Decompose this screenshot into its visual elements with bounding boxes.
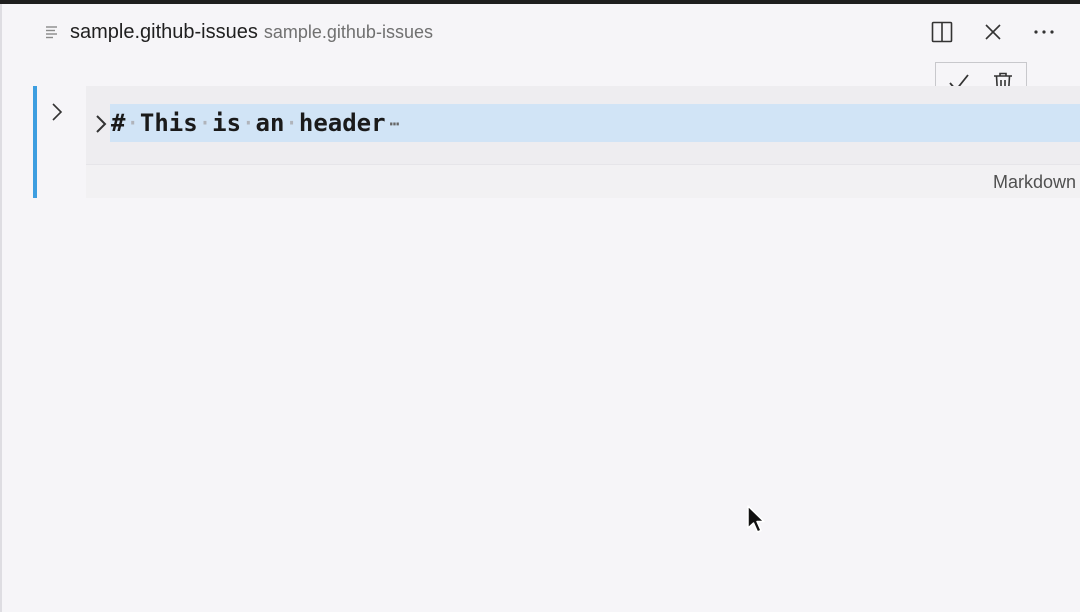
editor-title-description: sample.github-issues xyxy=(263,22,433,42)
cell-language-label[interactable]: Markdown xyxy=(993,172,1076,193)
code-token: # xyxy=(111,109,126,137)
cell-editor-text[interactable]: #·This·is·an·header ⋯ xyxy=(111,107,399,140)
whitespace-marker: · xyxy=(125,109,140,137)
more-actions-button[interactable] xyxy=(1030,18,1058,46)
split-editor-button[interactable] xyxy=(928,18,956,46)
folded-region-ellipsis[interactable]: ⋯ xyxy=(390,114,400,133)
markdown-cell[interactable]: Markdown xyxy=(86,86,1080,198)
fold-chevron-icon[interactable] xyxy=(92,112,110,136)
close-editor-button[interactable] xyxy=(979,18,1007,46)
code-token: This xyxy=(139,109,198,137)
editor-title-label: sample.github-issues xyxy=(70,21,258,43)
chevron-right-icon xyxy=(48,103,66,128)
whitespace-marker: · xyxy=(284,109,299,137)
editor-left-border xyxy=(0,4,2,612)
mouse-pointer-icon xyxy=(746,505,766,535)
code-token: an xyxy=(255,109,285,137)
whitespace-marker: · xyxy=(197,109,213,137)
code-token: is xyxy=(212,109,242,137)
close-icon xyxy=(983,22,1003,42)
code-token: header xyxy=(298,109,386,137)
whitespace-marker: · xyxy=(241,109,256,137)
split-editor-icon xyxy=(930,20,954,44)
editor-header: sample.github-issues sample.github-issues xyxy=(0,4,1080,60)
file-lines-icon xyxy=(44,24,60,40)
cell-focus-indicator xyxy=(33,86,37,198)
editor-title[interactable]: sample.github-issues sample.github-issues xyxy=(70,21,433,44)
cell-collapse-button[interactable] xyxy=(48,100,66,124)
more-actions-icon xyxy=(1032,20,1056,44)
cell-status-bar: Markdown xyxy=(86,164,1080,198)
